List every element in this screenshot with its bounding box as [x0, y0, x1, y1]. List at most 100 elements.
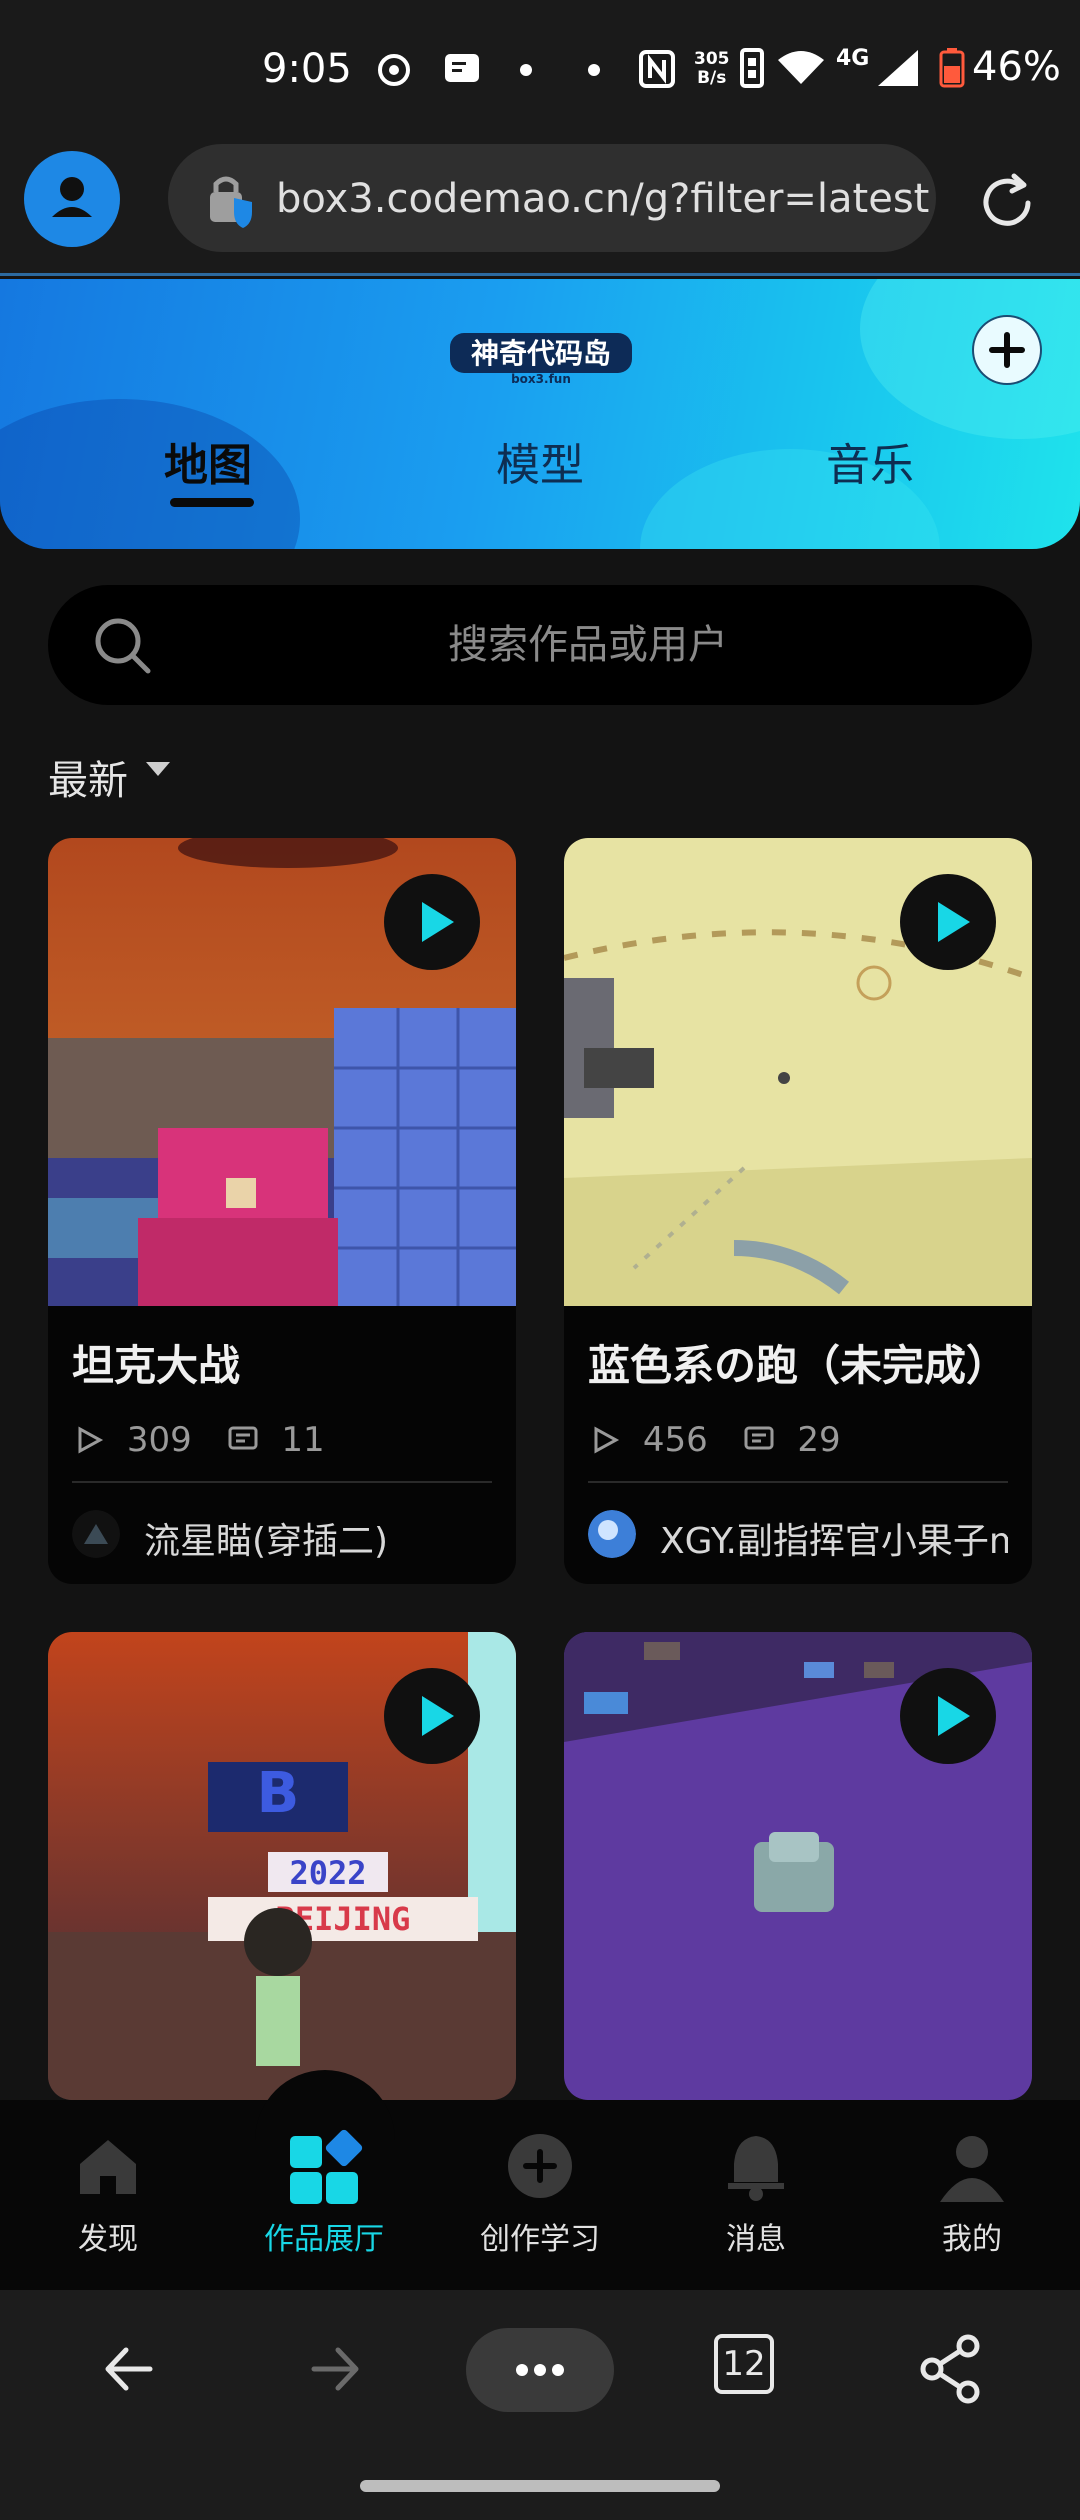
active-tab-indicator — [170, 498, 254, 507]
profile-icon — [940, 2136, 1004, 2202]
comment-icon — [744, 1426, 774, 1449]
dot-icon — [520, 64, 532, 76]
browser-profile-button[interactable] — [24, 151, 120, 247]
play-icon — [938, 1696, 970, 1736]
work-title: 蓝色系の跑（未完成） — [588, 1341, 1009, 1390]
nav-label: 消息 — [726, 2222, 786, 2257]
nav-create[interactable]: 创作学习 — [460, 2124, 620, 2258]
home-gesture-bar[interactable] — [360, 2480, 720, 2492]
share-icon[interactable] — [906, 2324, 996, 2414]
work-card[interactable]: 坦克大战 309 11 流星瞄(穿插二) — [48, 838, 516, 1584]
browser-url-bar: box3.codemao.cn/g?filter=latest — [0, 140, 1080, 276]
author-link[interactable]: XGY.副指挥官小果子m — [588, 1506, 1008, 1562]
plus-icon — [974, 317, 1040, 383]
status-bar: 9:05 305 B/s 4G 46% — [0, 0, 1080, 140]
comment-count: 11 — [281, 1419, 325, 1460]
browser-toolbar: 12 — [0, 2290, 1080, 2450]
play-count: 456 — [642, 1419, 708, 1460]
create-button[interactable] — [972, 315, 1042, 385]
work-thumbnail[interactable] — [564, 1632, 1032, 2100]
wifi-icon — [778, 51, 824, 84]
nav-discover[interactable]: 发现 — [28, 2124, 188, 2258]
address-field[interactable]: box3.codemao.cn/g?filter=latest — [168, 144, 936, 252]
work-card[interactable] — [564, 1632, 1032, 2100]
forward-arrow-icon[interactable] — [290, 2324, 380, 2414]
signal-icon — [878, 50, 918, 86]
work-thumbnail[interactable]: B 2022 BEIJING — [48, 1632, 516, 2100]
url-text: box3.codemao.cn/g?filter=latest — [276, 176, 930, 222]
play-icon — [422, 1696, 454, 1736]
svg-text:box3.fun: box3.fun — [511, 372, 571, 386]
status-time: 9:05 — [262, 46, 352, 92]
work-title: 坦克大战 — [72, 1341, 241, 1390]
work-thumbnail[interactable] — [48, 838, 516, 1306]
nav-label: 发现 — [78, 2222, 138, 2257]
play-button[interactable] — [900, 874, 996, 970]
more-dots-icon — [516, 2364, 564, 2376]
tabs-button[interactable]: 12 — [714, 2334, 774, 2394]
tab-map[interactable]: 地图 — [164, 429, 252, 493]
back-arrow-icon[interactable] — [84, 2324, 174, 2414]
app-bottom-nav: 发现 作品展厅 创作学习 消息 我的 — [0, 2070, 1080, 2290]
sort-label: 最新 — [48, 758, 128, 804]
search-input[interactable] — [168, 585, 1008, 705]
user-icon — [52, 177, 92, 217]
menu-button[interactable] — [466, 2328, 614, 2412]
bell-icon — [728, 2136, 784, 2201]
hero-decoration — [860, 279, 1080, 439]
net-speed: 305 B/s — [694, 50, 730, 88]
vibrate-icon — [740, 48, 764, 88]
play-count: 309 — [126, 1419, 192, 1460]
play-button[interactable] — [384, 874, 480, 970]
nav-gallery[interactable]: 作品展厅 — [244, 2124, 404, 2258]
sort-dropdown[interactable]: 最新 — [48, 748, 170, 806]
net-speed-unit: B/s — [697, 68, 727, 88]
nav-label: 我的 — [942, 2222, 1002, 2257]
svg-text:B: B — [257, 1761, 300, 1826]
work-thumbnail[interactable] — [564, 838, 1032, 1306]
play-count-icon — [594, 1425, 620, 1454]
battery-icon — [939, 48, 965, 88]
search-bar — [48, 585, 1032, 705]
play-count-icon — [78, 1425, 104, 1454]
play-button[interactable] — [384, 1668, 480, 1764]
work-stats: 309 11 — [74, 1418, 325, 1460]
comment-count: 29 — [797, 1419, 841, 1460]
search-icon — [95, 618, 151, 674]
logo-graphic: 神奇代码岛 box3.fun — [450, 333, 632, 386]
reload-icon[interactable] — [974, 170, 1040, 236]
scene-text-2022: 2022 — [289, 1854, 366, 1892]
lock-shield-icon — [210, 176, 252, 228]
home-icon — [80, 2140, 136, 2194]
work-card[interactable]: 蓝色系の跑（未完成） 456 29 XGY.副指挥官小果子m — [564, 838, 1032, 1584]
author-name: XGY.副指挥官小果子m — [660, 1521, 1008, 1562]
dot-icon — [588, 64, 600, 76]
author-link[interactable]: 流星瞄(穿插二) — [72, 1506, 492, 1562]
work-card[interactable]: B 2022 BEIJING — [48, 1632, 516, 2100]
message-notification-icon — [445, 54, 479, 82]
nav-label: 作品展厅 — [264, 2222, 384, 2257]
app-root: 9:05 305 B/s 4G 46% box3.codemao.cn/g?fi… — [0, 0, 1080, 2520]
sync-icon — [378, 54, 410, 86]
create-plus-icon — [508, 2134, 572, 2198]
play-button[interactable] — [900, 1668, 996, 1764]
play-icon — [938, 902, 970, 942]
nav-label: 创作学习 — [480, 2222, 600, 2257]
divider — [588, 1481, 1008, 1483]
network-type: 4G — [836, 46, 870, 71]
divider — [72, 1481, 492, 1483]
gallery-icon — [290, 2129, 363, 2204]
author-avatar — [588, 1510, 636, 1558]
site-logo[interactable]: 神奇代码岛 box3.fun — [446, 327, 636, 387]
tab-music[interactable]: 音乐 — [826, 429, 914, 493]
caret-down-icon — [146, 762, 170, 776]
work-stats: 456 29 — [590, 1418, 841, 1460]
author-avatar — [72, 1510, 120, 1558]
net-speed-value: 305 — [694, 49, 730, 69]
comment-icon — [228, 1426, 258, 1449]
author-name: 流星瞄(穿插二) — [144, 1521, 389, 1562]
nfc-icon — [639, 50, 675, 88]
nav-profile[interactable]: 我的 — [892, 2124, 1052, 2258]
tab-model[interactable]: 模型 — [496, 429, 584, 493]
nav-messages[interactable]: 消息 — [676, 2124, 836, 2258]
